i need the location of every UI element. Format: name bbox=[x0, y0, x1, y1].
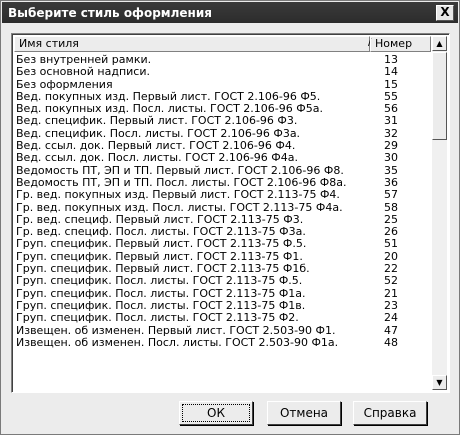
list-item[interactable]: Гр. вед. покупных изд. Первый лист. ГОСТ… bbox=[16, 188, 430, 202]
style-name: Извещен. об изменен. Посл. листы. ГОСТ 2… bbox=[16, 335, 339, 349]
style-number: 24 bbox=[384, 311, 398, 325]
ok-button[interactable]: ОК bbox=[179, 401, 253, 425]
style-name: Гр. вед. покупных изд. Первый лист. ГОСТ… bbox=[16, 188, 340, 202]
style-number: 57 bbox=[384, 188, 398, 202]
style-number: 51 bbox=[384, 237, 398, 251]
cancel-button[interactable]: Отмена bbox=[267, 401, 341, 425]
style-name: Груп. специфик. Посл. листы. ГОСТ 2.113-… bbox=[16, 274, 303, 288]
dialog-window: Выберите стиль оформления X Имя стиля / … bbox=[0, 0, 460, 435]
column-header-number[interactable]: Номер bbox=[370, 36, 431, 52]
style-number: 47 bbox=[384, 323, 398, 337]
close-button[interactable]: X bbox=[436, 5, 454, 21]
list-header: Имя стиля / Номер bbox=[14, 36, 431, 52]
list-item[interactable]: Груп. специфик. Посл. листы. ГОСТ 2.113-… bbox=[16, 274, 430, 288]
list-item[interactable]: Груп. специфик. Посл. листы. ГОСТ 2.113-… bbox=[16, 311, 430, 325]
style-list[interactable]: Имя стиля / Номер Без внутренней рамки. 1… bbox=[11, 33, 450, 393]
style-number: 48 bbox=[384, 335, 398, 349]
list-item[interactable]: Вед. ссыл. док. Посл. листы. ГОСТ 2.106-… bbox=[16, 151, 430, 165]
scroll-down-button[interactable]: ▼ bbox=[432, 375, 447, 390]
title-bar[interactable]: Выберите стиль оформления X bbox=[2, 2, 458, 23]
list-item[interactable]: Извещен. об изменен. Первый лист. ГОСТ 2… bbox=[16, 323, 430, 337]
scroll-up-button[interactable]: ▲ bbox=[432, 36, 447, 51]
column-header-name[interactable]: Имя стиля bbox=[14, 36, 370, 52]
vertical-scrollbar[interactable]: ▲ ▼ bbox=[432, 36, 447, 390]
list-item[interactable]: Без основной надписи. 14 bbox=[16, 65, 430, 79]
style-name: Без основной надписи. bbox=[16, 65, 150, 79]
dialog-title: Выберите стиль оформления bbox=[8, 6, 212, 20]
list-item[interactable]: Гр. вед. покупных изд. Посл. листы. ГОСТ… bbox=[16, 200, 430, 214]
style-number: 30 bbox=[384, 151, 398, 165]
style-number: 52 bbox=[384, 274, 398, 288]
list-item[interactable]: Извещен. об изменен. Посл. листы. ГОСТ 2… bbox=[16, 335, 430, 349]
list-item[interactable]: Вед. специфик. Первый лист. ГОСТ 2.106-9… bbox=[16, 114, 430, 128]
style-name: Груп. специфик. Первый лист. ГОСТ 2.113-… bbox=[16, 237, 307, 251]
style-name: Груп. специфик. Посл. листы. ГОСТ 2.113-… bbox=[16, 311, 299, 325]
style-name: Вед. специфик. Первый лист. ГОСТ 2.106-9… bbox=[16, 114, 298, 128]
style-number: 31 bbox=[384, 114, 398, 128]
list-rows: Без внутренней рамки. 13 Без основной надп… bbox=[16, 53, 430, 349]
style-name: Вед. ссыл. док. Посл. листы. ГОСТ 2.106-… bbox=[16, 151, 298, 165]
style-name: Гр. вед. покупных изд. Посл. листы. ГОСТ… bbox=[16, 200, 343, 214]
style-name: Извещен. об изменен. Первый лист. ГОСТ 2… bbox=[16, 323, 336, 337]
help-button[interactable]: Справка bbox=[353, 401, 427, 425]
style-number: 58 bbox=[384, 200, 398, 214]
scroll-thumb[interactable] bbox=[432, 52, 447, 140]
style-number: 14 bbox=[384, 65, 398, 79]
list-item[interactable]: Груп. специфик. Первый лист. ГОСТ 2.113-… bbox=[16, 237, 430, 251]
